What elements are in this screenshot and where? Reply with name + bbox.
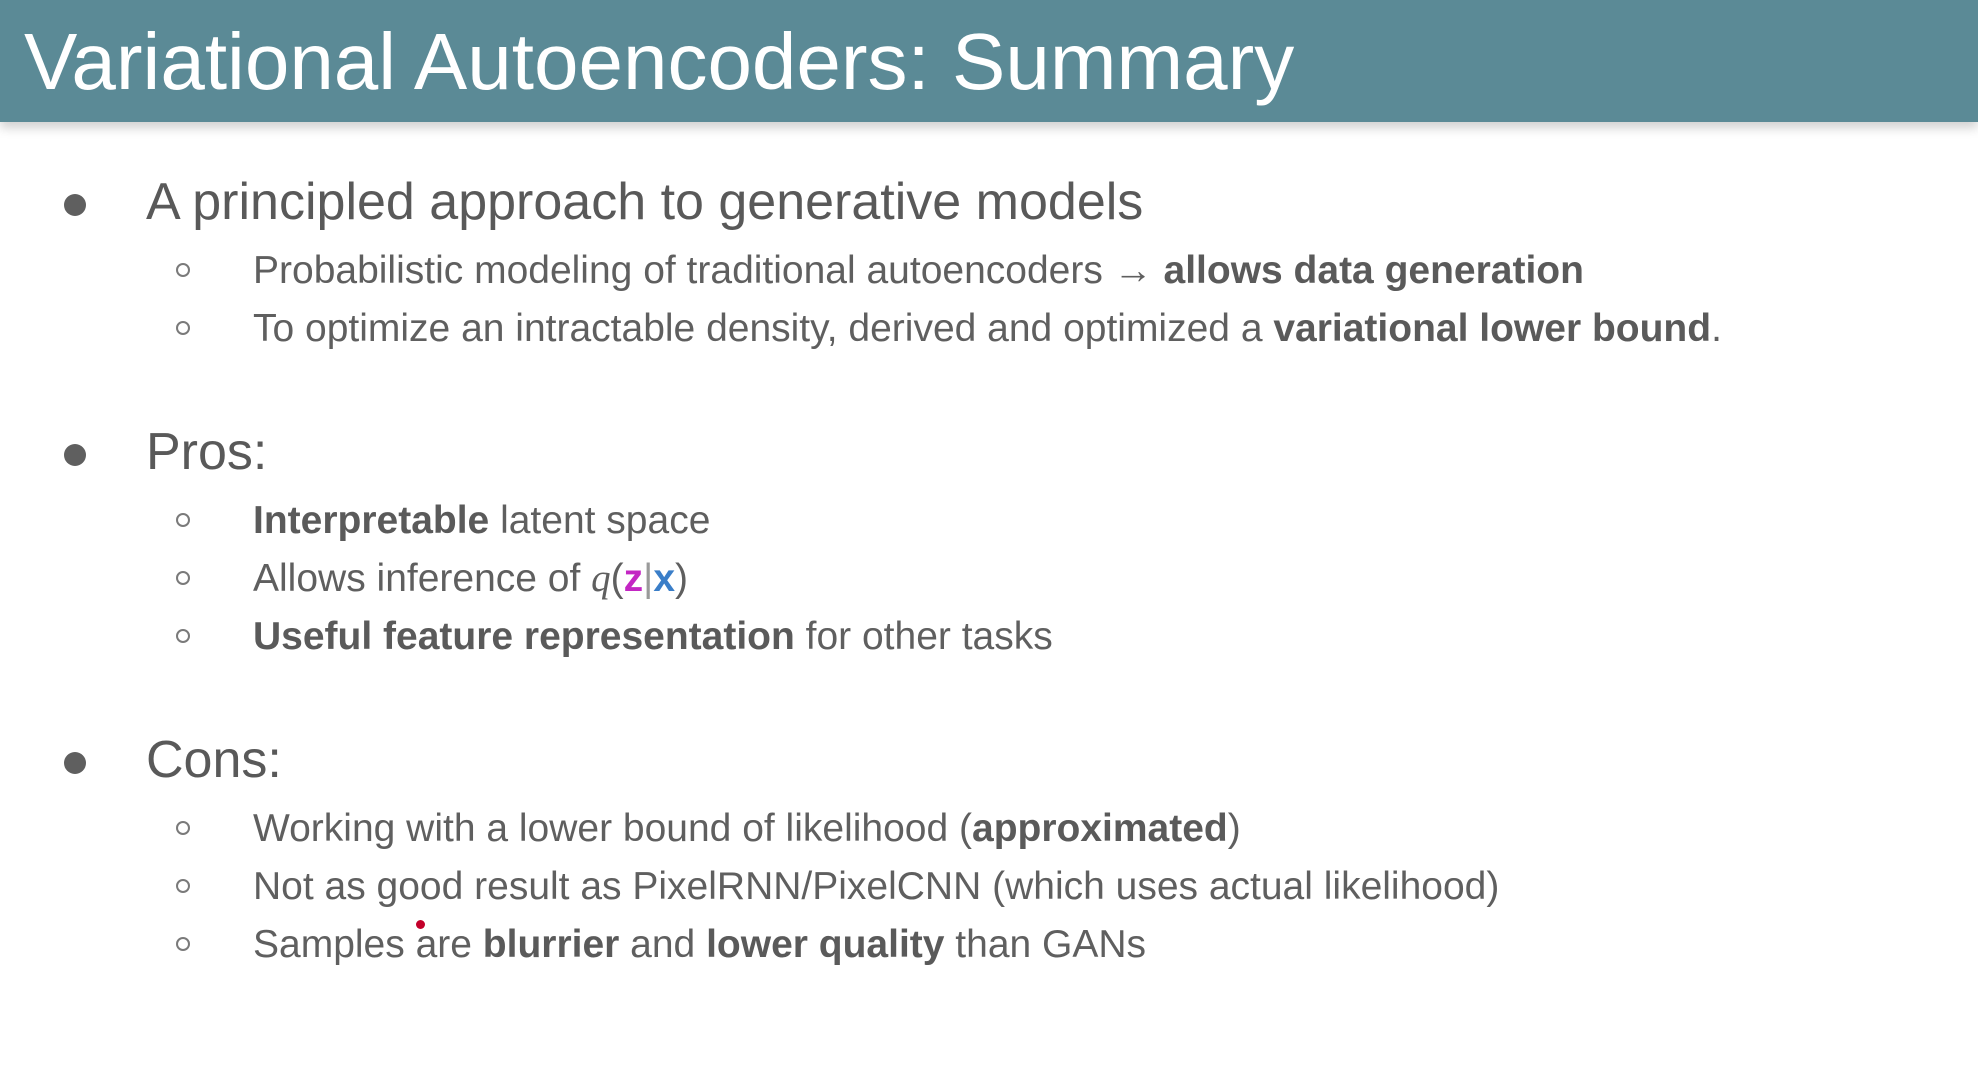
sub-bullet-text: Useful feature representation for other … <box>253 615 1053 658</box>
hollow-bullet-icon <box>176 263 190 277</box>
hollow-bullet-icon <box>176 321 190 335</box>
sub-bullet-item: To optimize an intractable density, deri… <box>0 300 1978 358</box>
bullet-item: Cons: <box>0 720 1978 800</box>
math-q: q <box>591 557 611 600</box>
math-x: x <box>653 557 676 600</box>
sub-bullet-item: Probabilistic modeling of traditional au… <box>0 242 1978 300</box>
section-pros: Pros: Interpretable latent space Allows … <box>0 412 1978 666</box>
bullet-icon <box>64 444 86 466</box>
slide-title: Variational Autoencoders: Summary <box>24 17 1295 106</box>
section-heading: Cons: <box>146 731 282 789</box>
hollow-bullet-icon <box>176 937 190 951</box>
hollow-bullet-icon <box>176 513 190 527</box>
math-z: z <box>623 557 644 600</box>
sub-bullet-item: Not as good result as PixelRNN/PixelCNN … <box>0 858 1978 916</box>
section-overview: A principled approach to generative mode… <box>0 162 1978 358</box>
title-bar: Variational Autoencoders: Summary <box>0 0 1978 122</box>
sub-bullet-text: Not as good result as PixelRNN/PixelCNN … <box>253 865 1500 908</box>
bullet-item: A principled approach to generative mode… <box>0 162 1978 242</box>
hollow-bullet-icon <box>176 879 190 893</box>
sub-bullet-text: Samples are blurrier and lower quality t… <box>253 923 1147 966</box>
sub-bullet-text: Interpretable latent space <box>253 499 711 542</box>
bullet-item: Pros: <box>0 412 1978 492</box>
sub-bullet-item: Useful feature representation for other … <box>0 608 1978 666</box>
sub-bullet-text: Probabilistic modeling of traditional au… <box>253 249 1584 292</box>
slide: Variational Autoencoders: Summary A prin… <box>0 0 1978 1086</box>
sub-bullet-item: Working with a lower bound of likelihood… <box>0 800 1978 858</box>
sub-bullet-item: Samples are blurrier and lower quality t… <box>0 916 1978 974</box>
bullet-icon <box>64 752 86 774</box>
sub-bullet-text: Allows inference of q(z|x) <box>253 557 689 600</box>
bullet-icon <box>64 194 86 216</box>
laser-pointer-dot <box>416 920 425 929</box>
section-cons: Cons: Working with a lower bound of like… <box>0 720 1978 974</box>
sub-bullet-item: Allows inference of q(z|x) <box>0 550 1978 608</box>
section-heading: Pros: <box>146 423 268 481</box>
sub-bullet-item: Interpretable latent space <box>0 492 1978 550</box>
hollow-bullet-icon <box>176 571 190 585</box>
section-heading: A principled approach to generative mode… <box>146 173 1144 231</box>
hollow-bullet-icon <box>176 629 190 643</box>
sub-bullet-text: To optimize an intractable density, deri… <box>253 307 1722 350</box>
sub-bullet-text: Working with a lower bound of likelihood… <box>253 807 1241 850</box>
hollow-bullet-icon <box>176 821 190 835</box>
